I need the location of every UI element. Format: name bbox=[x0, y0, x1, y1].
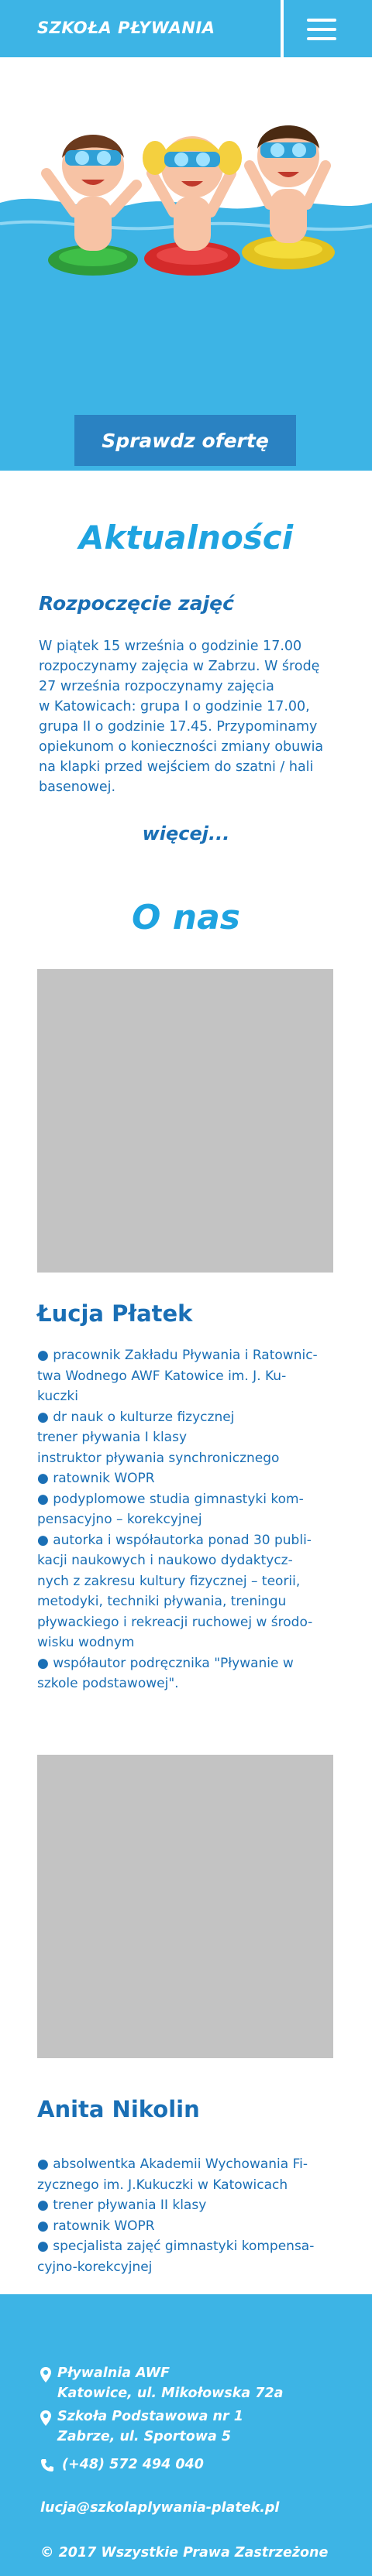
bio-line: szkole podstawowej". bbox=[37, 1676, 179, 1691]
news-line: basenowej. bbox=[39, 779, 116, 795]
bio-line: ● współautor podręcznika "Pływanie w bbox=[37, 1655, 294, 1671]
news-subtitle: Rozpoczęcie zajęć bbox=[39, 592, 234, 615]
kid-right-illustration bbox=[242, 125, 335, 269]
offer-button[interactable]: Sprawdz ofertę bbox=[74, 415, 296, 466]
bio-line: wisku wodnym bbox=[37, 1635, 135, 1650]
top-bar: SZKOŁA PŁYWANIA bbox=[0, 0, 372, 57]
footer-email-address[interactable]: lucja@szkolaplywania-platek.pl bbox=[40, 2500, 279, 2516]
bio-line: ● pracownik Zakładu Pływania i Ratownic- bbox=[37, 1348, 318, 1363]
person-name: Anita Nikolin bbox=[37, 2096, 200, 2122]
bio-line: kacji naukowych i naukowo dydaktycz- bbox=[37, 1553, 293, 1568]
person-bio: ● pracownik Zakładu Pływania i Ratownic-… bbox=[37, 1345, 333, 1694]
bio-line: ● specjalista zajęć gimnastyki kompensa- bbox=[37, 2239, 315, 2254]
bio-line: ● autorka i współautorka ponad 30 publi- bbox=[37, 1532, 312, 1548]
hero-illustration bbox=[0, 125, 372, 471]
bio-line: twa Wodnego AWF Katowice im. J. Ku- bbox=[37, 1368, 287, 1384]
footer-address-2-name: Szkoła Podstawowa nr 1 bbox=[57, 2409, 243, 2424]
news-line: w Katowicach: grupa I o godzinie 17.00, bbox=[39, 699, 310, 714]
news-line: grupa II o godzinie 17.45. Przypominamy bbox=[39, 719, 318, 735]
bio-line: zycznego im. J.Kukuczki w Katowicach bbox=[37, 2177, 288, 2193]
bio-line: nych z zakresu kultury fizycznej – teori… bbox=[37, 1573, 301, 1589]
news-line: rozpoczynamy zajęcia w Zabrzu. W środę bbox=[39, 659, 320, 674]
about-heading: O nas bbox=[132, 898, 240, 937]
bio-line: ● dr nauk o kulturze fizycznej bbox=[37, 1409, 235, 1425]
bio-line: metodyki, techniki pływania, treningu bbox=[37, 1594, 287, 1609]
bio-line: pensacyjno – korekcyjnej bbox=[37, 1512, 202, 1527]
news-heading: Aktualności bbox=[78, 519, 294, 557]
person-bio: ● absolwentka Akademii Wychowania Fi- zy… bbox=[37, 2154, 333, 2277]
bio-line: ● ratownik WOPR bbox=[37, 2218, 155, 2234]
footer-phone-number[interactable]: (+48) 572 494 040 bbox=[62, 2457, 204, 2472]
location-pin-icon bbox=[40, 2410, 51, 2426]
bio-line: ● podyplomowe studia gimnastyki kom- bbox=[37, 1491, 304, 1507]
more-link[interactable]: więcej... bbox=[0, 823, 372, 844]
hero-banner: Sprawdz ofertę bbox=[0, 57, 372, 471]
bio-line: ● trener pływania II klasy bbox=[37, 2197, 207, 2213]
location-pin-icon bbox=[40, 2367, 51, 2382]
bio-line: kuczki bbox=[37, 1389, 78, 1404]
footer-address-1-street: Katowice, ul. Mikołowska 72a bbox=[57, 2386, 284, 2401]
person-photo-placeholder bbox=[37, 1755, 333, 2058]
phone-icon bbox=[41, 2459, 53, 2472]
bio-line: cyjno-korekcyjnej bbox=[37, 2259, 153, 2275]
footer-address-2-street: Zabrze, ul. Sportowa 5 bbox=[57, 2429, 232, 2444]
footer-address-1-name: Pływalnia AWF bbox=[57, 2365, 170, 2381]
bio-line: pływackiego i rekreacji ruchowej w środo… bbox=[37, 1614, 313, 1630]
news-line: na klapki przed wejściem do szatni / hal… bbox=[39, 759, 314, 775]
news-body: W piątek 15 września o godzinie 17.00 ro… bbox=[39, 636, 333, 797]
copyright-text: © 2017 Wszystkie Prawa Zastrzeżone bbox=[40, 2545, 329, 2561]
bio-line: ● ratownik WOPR bbox=[37, 1471, 155, 1486]
bio-line: ● absolwentka Akademii Wychowania Fi- bbox=[37, 2156, 308, 2172]
news-line: W piątek 15 września o godzinie 17.00 bbox=[39, 639, 302, 654]
brand-logo-text[interactable]: SZKOŁA PŁYWANIA bbox=[37, 19, 215, 37]
footer: Pływalnia AWF Katowice, ul. Mikołowska 7… bbox=[0, 2294, 372, 2576]
hamburger-icon[interactable] bbox=[307, 17, 338, 42]
news-line: 27 września rozpoczynamy zajęcia bbox=[39, 679, 274, 694]
bio-line: trener pływania I klasy bbox=[37, 1430, 188, 1445]
person-photo-placeholder bbox=[37, 969, 333, 1273]
news-line: opiekunom o konieczności zmiany obuwia bbox=[39, 739, 324, 755]
bio-line: instruktor pływania synchronicznego bbox=[37, 1450, 280, 1466]
menu-divider bbox=[281, 0, 284, 57]
person-name: Łucja Płatek bbox=[37, 1300, 193, 1327]
